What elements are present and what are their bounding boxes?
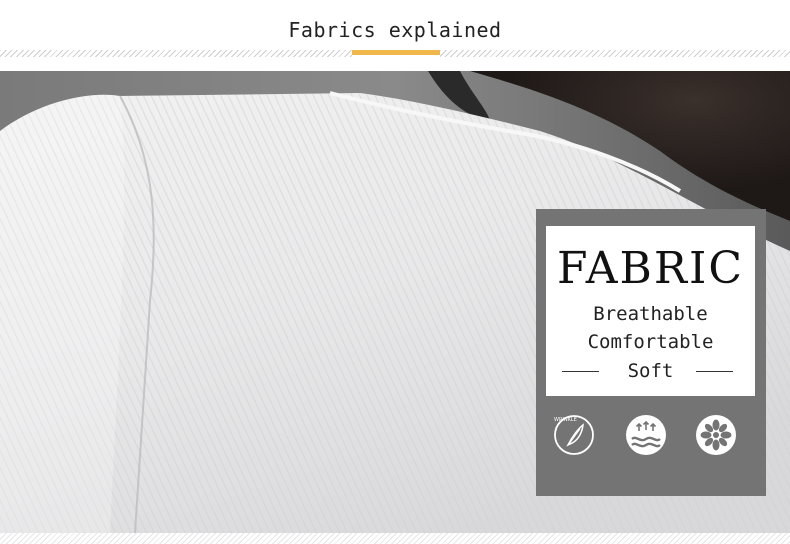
feature-breathable: Breathable (593, 303, 708, 325)
header-divider-left (0, 50, 352, 57)
breathable-icon (624, 413, 668, 457)
wrinkle-label: WRINKLE (554, 417, 577, 423)
product-photo: FABRIC Breathable Comfortable Soft WRINK… (0, 71, 790, 533)
section-title: Fabrics explained (288, 18, 502, 42)
feature-comfortable: Comfortable (587, 331, 714, 353)
divider-right (696, 371, 733, 372)
header-divider-right (440, 50, 790, 57)
page-header: Fabrics explained (0, 0, 790, 64)
footer-divider (0, 533, 790, 544)
fabric-card: FABRIC Breathable Comfortable Soft (546, 226, 755, 396)
fabric-info-panel: FABRIC Breathable Comfortable Soft WRINK… (536, 209, 766, 496)
title-accent-bar (352, 50, 440, 55)
fabric-heading: FABRIC (557, 243, 744, 294)
wrinkle-resistant-icon: WRINKLE (552, 413, 596, 457)
soft-flower-icon (694, 413, 738, 457)
